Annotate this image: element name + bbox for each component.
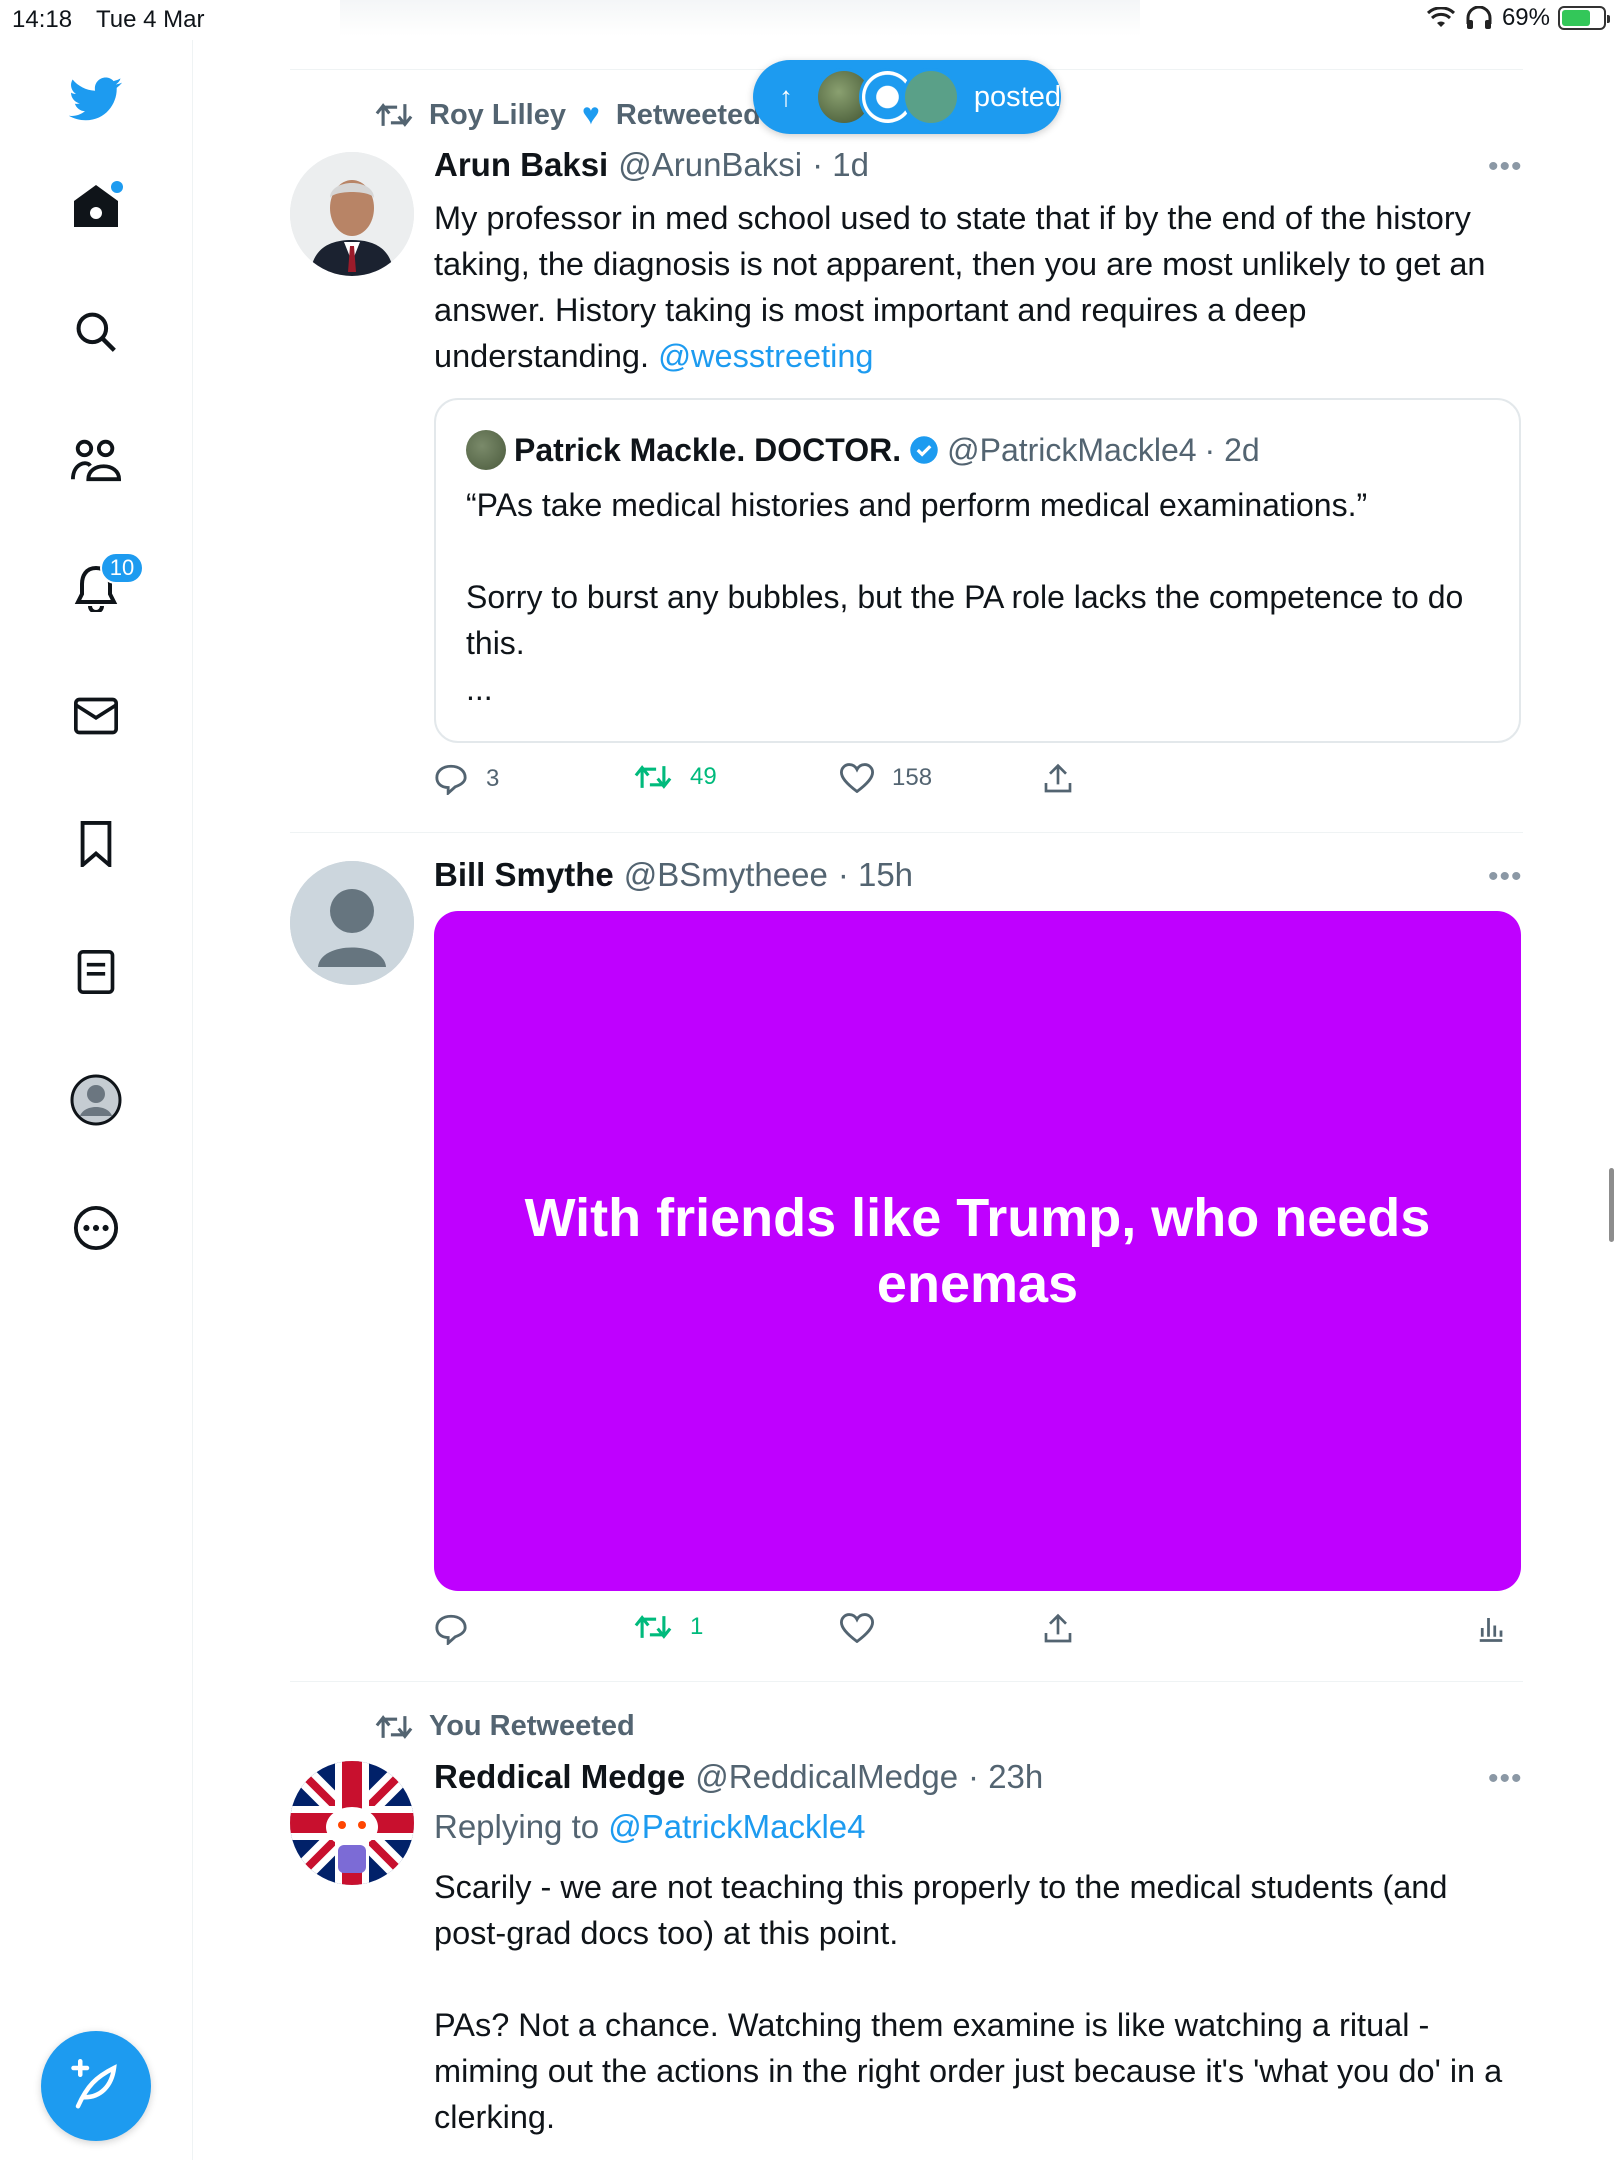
tweet-time[interactable]: · 23h — [968, 1758, 1043, 1796]
avatar[interactable] — [290, 861, 414, 985]
arrow-up-icon: ↑ — [779, 81, 793, 112]
compose-feather-icon — [71, 2059, 117, 2109]
retweet-icon — [634, 1615, 672, 1639]
profile-avatar-icon[interactable] — [66, 1070, 126, 1130]
media-caption-text: With friends like Trump, who needs enema… — [524, 1188, 1431, 1314]
heart-icon — [840, 1613, 874, 1643]
retweet-button[interactable]: 1 — [634, 1613, 703, 1641]
scrollbar[interactable] — [1609, 1168, 1614, 1242]
sidebar: 10 — [0, 40, 193, 2160]
retweet-count: 1 — [690, 1613, 704, 1640]
replying-to: Replying to @PatrickMackle4 — [434, 1808, 866, 1846]
author-name[interactable]: Reddical Medge — [434, 1758, 685, 1796]
quoted-author-handle: @PatrickMackle4 — [947, 431, 1197, 468]
headphones-icon — [1466, 6, 1492, 29]
retweet-icon — [634, 765, 672, 789]
retweet-context: Roy Lilley ♥ Retweeted — [375, 98, 761, 132]
quoted-author-name: Patrick Mackle. DOCTOR. — [514, 431, 902, 468]
quoted-tweet-text: “PAs take medical histories and perform … — [466, 487, 1464, 707]
tweet-text: My professor in med school used to state… — [434, 200, 1495, 374]
tweet-more-icon[interactable]: ••• — [1488, 860, 1523, 894]
more-options-icon[interactable] — [66, 1198, 126, 1258]
battery-percent: 69% — [1501, 4, 1550, 31]
status-time: 14:18 — [12, 6, 73, 33]
reply-count: 3 — [486, 765, 500, 792]
quoted-avatar — [466, 430, 506, 470]
home-icon[interactable] — [66, 176, 126, 236]
retweet-context: You Retweeted — [375, 1710, 635, 1743]
share-icon — [1044, 763, 1072, 793]
author-handle[interactable]: @BSmytheee — [624, 856, 828, 894]
reply-icon — [435, 1614, 467, 1645]
like-button[interactable]: 158 — [840, 763, 932, 793]
avatar[interactable] — [290, 1761, 414, 1885]
tweet-time[interactable]: · 1d — [812, 146, 869, 184]
bookmarks-icon[interactable] — [66, 814, 126, 874]
notifications-bell-icon[interactable]: 10 — [66, 552, 144, 618]
analytics-button[interactable] — [1476, 1613, 1506, 1643]
author-name[interactable]: Arun Baksi — [434, 146, 608, 184]
blue-heart-emoji: ♥ — [582, 98, 600, 131]
retweet-icon — [375, 103, 413, 127]
avatar[interactable] — [290, 152, 414, 276]
twitter-logo-icon[interactable] — [66, 70, 126, 130]
like-button[interactable] — [840, 1613, 874, 1643]
reply-button[interactable]: 3 — [434, 763, 499, 795]
author-handle[interactable]: @ReddicalMedge — [695, 1758, 958, 1796]
pill-avatar — [902, 68, 960, 126]
quoted-tweet[interactable]: Patrick Mackle. DOCTOR. @PatrickMackle4 … — [434, 398, 1521, 743]
tweet-more-icon[interactable]: ••• — [1488, 1762, 1523, 1796]
search-icon[interactable] — [66, 302, 126, 362]
tweet-actions: 3 49 158 — [434, 763, 1514, 803]
messages-envelope-icon[interactable] — [66, 686, 126, 746]
author-handle[interactable]: @ArunBaksi — [618, 146, 802, 184]
replying-to-label: Replying to — [434, 1808, 609, 1845]
home-unread-dot — [111, 181, 123, 193]
wifi-icon — [1426, 7, 1455, 27]
status-date: Tue 4 Mar — [96, 6, 205, 33]
battery-icon — [1558, 6, 1610, 30]
new-posts-pill[interactable]: ↑ posted — [753, 60, 1061, 134]
retweeted-by-name[interactable]: Roy Lilley — [429, 99, 566, 132]
like-count: 158 — [892, 764, 933, 791]
verified-badge-icon — [910, 436, 938, 464]
author-name[interactable]: Bill Smythe — [434, 856, 614, 894]
retweet-count: 49 — [690, 763, 717, 790]
retweet-icon — [375, 1714, 413, 1739]
share-icon — [1044, 1613, 1072, 1643]
quoted-tweet-time: · 2d — [1204, 431, 1260, 468]
tweet-time[interactable]: · 15h — [838, 856, 913, 894]
reply-icon — [435, 764, 467, 795]
divider — [290, 832, 1523, 833]
tweet-more-icon[interactable]: ••• — [1488, 150, 1523, 184]
compose-tweet-button[interactable] — [41, 2031, 151, 2141]
divider — [290, 1681, 1523, 1682]
analytics-bars-icon — [1479, 1618, 1503, 1642]
retweeted-label[interactable]: You Retweeted — [429, 1710, 635, 1743]
share-button[interactable] — [1042, 763, 1074, 795]
share-button[interactable] — [1042, 1613, 1074, 1645]
heart-icon — [840, 763, 874, 793]
reply-button[interactable] — [434, 1613, 468, 1645]
replying-to-link[interactable]: @PatrickMackle4 — [608, 1808, 865, 1846]
pill-label: posted — [973, 80, 1061, 113]
notifications-badge: 10 — [100, 552, 144, 584]
mention-link[interactable]: @wesstreeting — [658, 338, 873, 374]
retweet-button[interactable]: 49 — [634, 763, 717, 791]
lists-icon[interactable] — [66, 942, 126, 1002]
tweet-text: Scarily - we are not teaching this prope… — [434, 1869, 1503, 2135]
tweet-media-image[interactable]: With friends like Trump, who needs enema… — [434, 911, 1521, 1591]
communities-icon[interactable] — [66, 430, 126, 490]
retweeted-label: Retweeted — [615, 98, 761, 131]
tweet-actions: 1 — [434, 1613, 1514, 1653]
